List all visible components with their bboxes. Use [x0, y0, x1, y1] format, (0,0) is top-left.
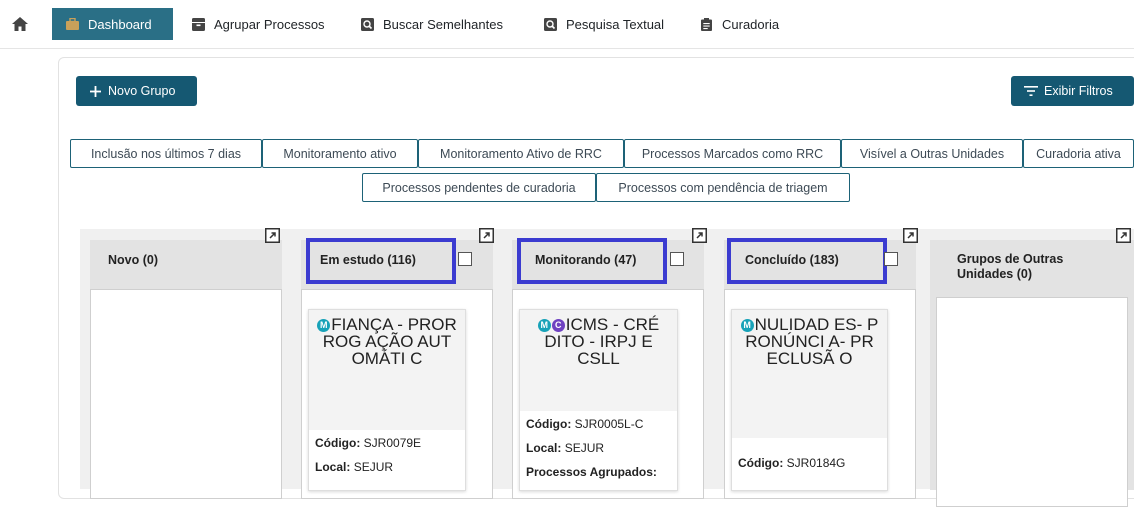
nav-pesquisa-textual[interactable]: Pesquisa Textual — [544, 8, 664, 40]
clipboard-icon — [701, 17, 712, 31]
column-body — [936, 297, 1128, 507]
nav-dashboard[interactable]: Dashboard — [52, 8, 173, 40]
nav-agrupar-label: Agrupar Processos — [214, 16, 325, 32]
column-title: Grupos de Outras Unidades (0) — [957, 252, 1064, 281]
new-group-label: Novo Grupo — [108, 84, 176, 98]
group-title-text: FIANÇA - PRORROG AÇÃO AUTOMÁTI C — [322, 315, 457, 368]
filter-lines-icon — [1024, 86, 1038, 96]
show-filters-button[interactable]: Exibir Filtros — [1011, 76, 1134, 106]
group-card[interactable]: M FIANÇA - PRORROG AÇÃO AUTOMÁTI C Código… — [308, 309, 466, 491]
local-label: Local: — [315, 460, 351, 474]
column-title: Monitorando (47) — [535, 253, 637, 267]
expand-icon[interactable] — [1116, 228, 1131, 243]
search-doc-icon — [544, 17, 557, 31]
chip-visivel-outras-unidades[interactable]: Visível a Outras Unidades — [841, 139, 1023, 168]
local-value: SEJUR — [564, 441, 605, 455]
chip-curadoria-ativa[interactable]: Curadoria ativa — [1023, 139, 1134, 168]
group-card-title: M C ICMS - CRÉDITO - IRPJ E CSLL — [520, 310, 677, 411]
group-card[interactable]: M C ICMS - CRÉDITO - IRPJ E CSLL Código: S… — [519, 309, 678, 491]
chip-label: Visível a Outras Unidades — [859, 146, 1005, 161]
plus-icon — [90, 85, 101, 97]
column-title: Concluído (183) — [745, 253, 839, 267]
monitoring-badge: M — [317, 319, 331, 332]
expand-icon[interactable] — [265, 228, 280, 243]
code-label: Código: — [315, 436, 361, 450]
home-icon[interactable] — [12, 17, 28, 31]
group-card-title: M NULIDAD ES- PRONÚNCI A- PRECLUSÃ O — [732, 310, 887, 438]
group-code: Código: SJR0005L-C — [526, 417, 643, 431]
nav-curadoria-label: Curadoria — [722, 16, 780, 32]
code-value: SJR0184G — [786, 456, 846, 470]
archive-icon — [192, 17, 205, 31]
chip-label: Processos Marcados como RRC — [641, 146, 824, 161]
code-value: SJR0079E — [363, 436, 422, 450]
chip-processos-marcados-rrc[interactable]: Processos Marcados como RRC — [624, 139, 841, 168]
top-navbar: Dashboard Agrupar Processos Buscar Semel… — [0, 0, 1134, 49]
nav-dashboard-label: Dashboard — [88, 16, 152, 32]
chip-label: Inclusão nos últimos 7 dias — [90, 146, 242, 161]
curadoria-badge: C — [551, 319, 565, 332]
monitoring-badge: M — [740, 319, 754, 332]
group-code: Código: SJR0079E — [315, 436, 421, 450]
nav-buscar-semelhantes[interactable]: Buscar Semelhantes — [361, 8, 503, 40]
chip-inclusao-7-dias[interactable]: Inclusão nos últimos 7 dias — [70, 139, 262, 168]
new-group-button[interactable]: Novo Grupo — [76, 76, 197, 106]
chip-label: Curadoria ativa — [1036, 146, 1121, 161]
chip-monitoramento-ativo-rrc[interactable]: Monitoramento Ativo de RRC — [418, 139, 624, 168]
chip-label: Monitoramento Ativo de RRC — [440, 146, 602, 161]
local-label: Local: — [526, 441, 562, 455]
group-code: Código: SJR0184G — [738, 456, 845, 470]
code-label: Código: — [526, 417, 572, 431]
code-value: SJR0005L-C — [574, 417, 644, 431]
chip-monitoramento-ativo[interactable]: Monitoramento ativo — [262, 139, 418, 168]
briefcase-icon — [66, 17, 79, 30]
group-local: Local: SEJUR — [526, 441, 604, 455]
local-value: SEJUR — [353, 460, 394, 474]
column-title: Em estudo (116) — [320, 253, 416, 267]
grouped-processes-label: Processos Agrupados: — [526, 465, 657, 479]
group-card[interactable]: M NULIDAD ES- PRONÚNCI A- PRECLUSÃ O Códi… — [731, 309, 888, 491]
column-title: Novo (0) — [108, 253, 158, 267]
expand-icon[interactable] — [903, 228, 918, 243]
column-select-checkbox[interactable] — [884, 252, 898, 266]
search-doc-icon — [361, 17, 374, 31]
chip-label: Monitoramento ativo — [283, 146, 397, 161]
chip-pendentes-curadoria[interactable]: Processos pendentes de curadoria — [362, 173, 596, 202]
show-filters-label: Exibir Filtros — [1044, 84, 1113, 98]
group-local: Local: SEJUR — [315, 460, 393, 474]
column-select-checkbox[interactable] — [458, 252, 472, 266]
chip-label: Processos pendentes de curadoria — [382, 180, 576, 195]
nav-buscar-label: Buscar Semelhantes — [383, 16, 503, 32]
expand-icon[interactable] — [692, 228, 707, 243]
code-label: Código: — [738, 456, 784, 470]
chip-label: Processos com pendência de triagem — [618, 180, 828, 195]
chip-pendencia-triagem[interactable]: Processos com pendência de triagem — [596, 173, 850, 202]
monitoring-badge: M — [537, 319, 551, 332]
column-novo — [90, 240, 282, 499]
nav-curadoria[interactable]: Curadoria — [700, 8, 779, 40]
group-card-title: M FIANÇA - PRORROG AÇÃO AUTOMÁTI C — [309, 310, 465, 430]
column-body — [90, 289, 282, 499]
nav-pesquisa-label: Pesquisa Textual — [566, 16, 665, 32]
group-title-text: NULIDAD ES- PRONÚNCI A- PRECLUSÃ O — [745, 315, 879, 368]
column-select-checkbox[interactable] — [670, 252, 684, 266]
expand-icon[interactable] — [479, 228, 494, 243]
nav-agrupar-processos[interactable]: Agrupar Processos — [192, 8, 325, 40]
